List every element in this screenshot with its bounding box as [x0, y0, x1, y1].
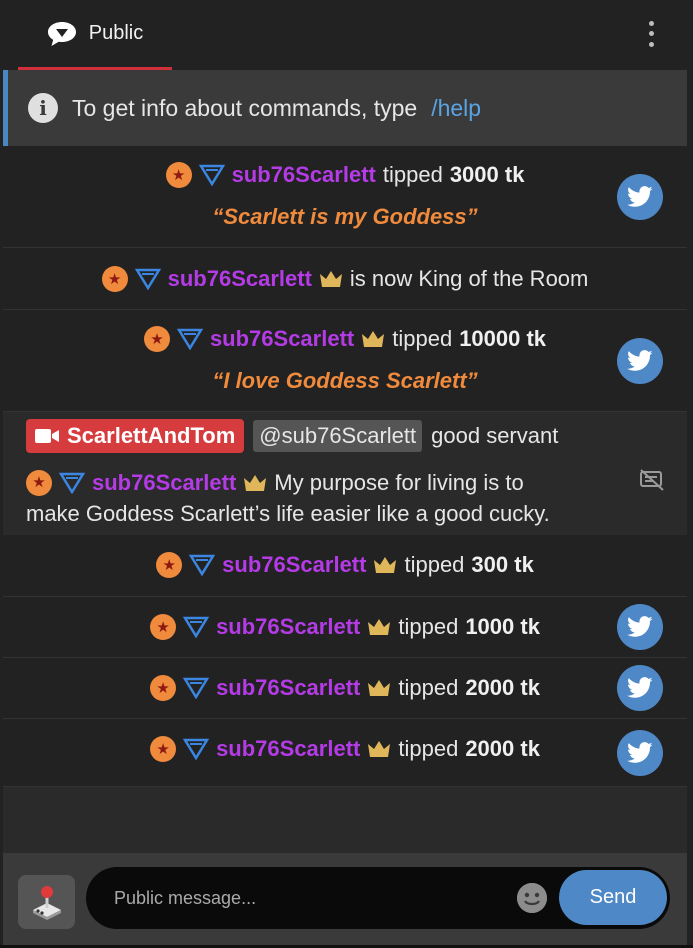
star-badge-icon: ★: [150, 614, 177, 640]
message-line: ★ sub76Scarlett tipped 300 tk: [3, 550, 687, 580]
tip-amount: 2000 tk: [465, 675, 540, 700]
mute-icon[interactable]: [639, 469, 665, 491]
username[interactable]: sub76Scarlett: [210, 326, 354, 352]
star-badge-icon: ★: [150, 736, 177, 762]
twitter-share-button[interactable]: [617, 604, 663, 650]
username[interactable]: sub76Scarlett: [216, 736, 360, 762]
tip-amount: 300 tk: [471, 552, 534, 577]
triangle-badge-icon: [183, 738, 210, 760]
kebab-menu-icon[interactable]: [639, 18, 663, 50]
chat-composer: Send: [3, 853, 687, 945]
triangle-badge-icon: [134, 268, 161, 290]
tip-verb: tipped: [382, 162, 443, 187]
chat-header: Public: [3, 0, 687, 70]
username[interactable]: sub76Scarlett: [222, 552, 366, 578]
message-line: ★ sub76Scarlett tipped 3000 tk: [3, 160, 687, 190]
star-badge-icon: ★: [143, 326, 170, 352]
username[interactable]: sub76Scarlett: [92, 467, 236, 498]
triangle-badge-icon: [183, 616, 210, 638]
user-mention[interactable]: @sub76Scarlett: [253, 420, 423, 452]
message-line: ★ sub76Scarlett tipped 10000 tk: [3, 324, 687, 354]
chat-message: ★ sub76Scarlett tipped 2000 tk: [3, 719, 687, 787]
tip-amount: 3000 tk: [449, 162, 525, 187]
crown-icon: [362, 331, 385, 347]
triangle-badge-icon: [189, 554, 216, 576]
message-text: good servant: [431, 423, 559, 448]
tip-verb: tipped: [392, 326, 453, 351]
crown-icon: [368, 680, 391, 696]
message-text-continued: make Goddess Scarlett’s life easier like…: [26, 501, 550, 526]
camera-icon: [35, 429, 59, 443]
chat-message: ★ sub76Scarlett My purpose for living is…: [3, 460, 687, 535]
twitter-icon: [627, 350, 653, 371]
tip-amount: 1000 tk: [465, 614, 540, 639]
tip-amount: 2000 tk: [465, 736, 540, 761]
chat-message: ★ sub76Scarlett is now King of the Room: [3, 248, 687, 310]
chat-message: ★ sub76Scarlett tipped 1000 tk: [3, 597, 687, 658]
tip-verb: tipped: [404, 552, 465, 577]
message-input[interactable]: [114, 881, 504, 915]
twitter-icon: [627, 742, 653, 763]
twitter-icon: [627, 677, 653, 698]
username[interactable]: sub76Scarlett: [232, 162, 376, 188]
games-button[interactable]: [18, 875, 75, 929]
joystick-icon: [32, 886, 61, 920]
tip-verb: tipped: [398, 614, 459, 639]
twitter-share-button[interactable]: [617, 338, 663, 384]
twitter-share-button[interactable]: [617, 665, 663, 711]
send-button[interactable]: Send: [559, 870, 667, 925]
message-text: My purpose for living is to: [274, 470, 524, 495]
star-badge-icon: ★: [101, 266, 128, 292]
twitter-share-button[interactable]: [617, 730, 663, 776]
triangle-badge-icon: [176, 328, 203, 350]
emoji-icon[interactable]: [517, 883, 547, 913]
triangle-badge-icon: [59, 472, 85, 494]
star-badge-icon: ★: [165, 162, 192, 188]
broadcaster-badge[interactable]: ScarlettAndTom: [26, 419, 245, 453]
broadcaster-username: ScarlettAndTom: [67, 423, 236, 448]
star-badge-icon: ★: [150, 675, 177, 701]
star-badge-icon: ★: [156, 552, 183, 578]
tip-note: “I love Goddess Scarlett”: [212, 368, 478, 393]
chat-message: ★ sub76Scarlett tipped 10000 tk “I love …: [3, 310, 687, 412]
chat-message: ★ sub76Scarlett tipped 300 tk: [3, 535, 687, 597]
twitter-share-button[interactable]: [617, 174, 663, 220]
tab-public[interactable]: Public: [18, 0, 172, 70]
chat-message: ★ sub76Scarlett tipped 3000 tk “Scarlett…: [3, 146, 687, 248]
chat-panel: Public i To get info about commands, typ…: [3, 0, 687, 945]
twitter-icon: [627, 186, 653, 207]
info-text: To get info about commands, type: [72, 94, 418, 121]
triangle-badge-icon: [198, 164, 225, 186]
info-icon: i: [28, 93, 58, 123]
message-line: ★ sub76Scarlett tipped 1000 tk: [3, 612, 687, 642]
crown-icon: [374, 557, 397, 573]
username[interactable]: sub76Scarlett: [216, 675, 360, 701]
tip-verb: tipped: [398, 675, 459, 700]
message-text: is now King of the Room: [349, 266, 589, 291]
tip-amount: 10000 tk: [459, 326, 547, 351]
crown-icon: [319, 271, 342, 287]
message-line: ★ sub76Scarlett tipped 2000 tk: [3, 673, 687, 703]
chat-bubble-icon: [47, 21, 76, 46]
twitter-icon: [627, 616, 653, 637]
message-input-wrapper: Send: [86, 867, 670, 929]
crown-icon: [244, 474, 267, 491]
chat-message: ★ sub76Scarlett tipped 2000 tk: [3, 658, 687, 719]
help-command-link[interactable]: /help: [431, 95, 481, 122]
tip-verb: tipped: [398, 736, 459, 761]
crown-icon: [368, 619, 391, 635]
star-badge-icon: ★: [26, 469, 52, 496]
username[interactable]: sub76Scarlett: [216, 614, 360, 640]
info-banner: i To get info about commands, type /help: [3, 70, 687, 146]
message-line: ★ sub76Scarlett My purpose for living is…: [26, 467, 687, 498]
tab-public-label: Public: [88, 22, 144, 44]
tip-note: “Scarlett is my Goddess”: [212, 204, 478, 229]
username[interactable]: sub76Scarlett: [168, 266, 312, 292]
broadcaster-message: ScarlettAndTom @sub76Scarlett good serva…: [3, 412, 687, 460]
triangle-badge-icon: [183, 677, 210, 699]
message-line: ★ sub76Scarlett is now King of the Room: [3, 264, 687, 294]
crown-icon: [368, 741, 391, 757]
message-line: ★ sub76Scarlett tipped 2000 tk: [3, 734, 687, 764]
